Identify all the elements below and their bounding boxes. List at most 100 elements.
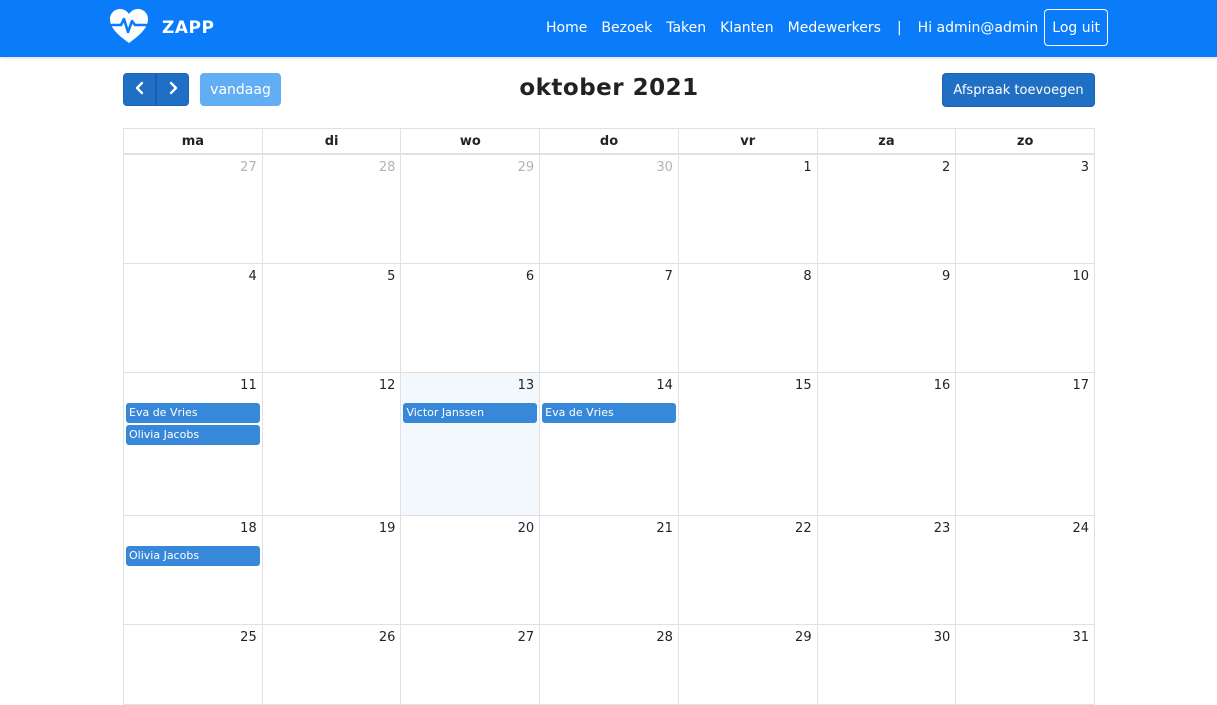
day-number[interactable]: 22 [795, 521, 812, 536]
day-number[interactable]: 27 [240, 160, 257, 175]
calendar-week-row: 11 Eva de Vries Olivia Jacobs 12 13 Victor Ja… [123, 373, 1096, 516]
day-number[interactable]: 5 [387, 269, 395, 284]
calendar-day-cell[interactable]: 24 [956, 516, 1096, 624]
day-number[interactable]: 2 [942, 160, 950, 175]
nav-medewerkers[interactable]: Medewerkers [788, 20, 881, 36]
top-navbar: ZAPP Home Bezoek Taken Klanten Medewerke… [0, 0, 1217, 57]
day-number[interactable]: 30 [934, 630, 951, 645]
calendar-day-cell[interactable]: 30 [818, 625, 957, 704]
calendar-day-cell[interactable]: 14 Eva de Vries [540, 373, 679, 515]
day-number[interactable]: 14 [656, 378, 673, 393]
calendar-day-cell[interactable]: 15 [679, 373, 818, 515]
calendar-day-cell[interactable]: 23 [818, 516, 957, 624]
calendar-day-cell[interactable]: 19 [263, 516, 402, 624]
add-appointment-button[interactable]: Afspraak toevoegen [942, 73, 1095, 107]
calendar-week-row: 27 28 29 30 1 2 3 [123, 155, 1096, 264]
calendar-day-cell[interactable]: 18 Olivia Jacobs [124, 516, 263, 624]
day-events: Victor Janssen [403, 403, 538, 425]
nav-home[interactable]: Home [546, 20, 587, 36]
day-number[interactable]: 3 [1081, 160, 1089, 175]
day-number[interactable]: 1 [803, 160, 811, 175]
calendar-day-cell[interactable]: 31 [956, 625, 1096, 704]
weekday-label: wo [401, 129, 541, 153]
day-number[interactable]: 23 [934, 521, 951, 536]
calendar-day-cell[interactable]: 6 [401, 264, 541, 372]
weekday-label: zo [956, 129, 1096, 153]
calendar-event[interactable]: Olivia Jacobs [126, 546, 260, 566]
calendar-day-cell[interactable]: 22 [679, 516, 818, 624]
logout-button[interactable]: Log uit [1044, 9, 1108, 46]
day-number[interactable]: 28 [379, 160, 396, 175]
day-number[interactable]: 15 [795, 378, 812, 393]
chevron-right-icon [167, 81, 179, 99]
day-number[interactable]: 6 [526, 269, 534, 284]
calendar-day-cell[interactable]: 29 [401, 155, 541, 263]
calendar-day-cell[interactable]: 7 [540, 264, 679, 372]
nav-klanten[interactable]: Klanten [720, 20, 774, 36]
calendar-day-cell[interactable]: 16 [818, 373, 957, 515]
calendar-event[interactable]: Victor Janssen [403, 403, 538, 423]
today-button[interactable]: vandaag [200, 73, 281, 106]
calendar-day-cell[interactable]: 29 [679, 625, 818, 704]
calendar-day-cell[interactable]: 28 [540, 625, 679, 704]
nav-separator: | [896, 19, 902, 36]
calendar-day-cell[interactable]: 8 [679, 264, 818, 372]
calendar-day-cell[interactable]: 20 [401, 516, 541, 624]
calendar-day-cell[interactable]: 1 [679, 155, 818, 263]
day-number[interactable]: 25 [240, 630, 257, 645]
day-number[interactable]: 31 [1072, 630, 1089, 645]
day-number[interactable]: 9 [942, 269, 950, 284]
calendar-day-cell[interactable]: 12 [263, 373, 402, 515]
day-number[interactable]: 27 [518, 630, 535, 645]
calendar-day-cell[interactable]: 11 Eva de Vries Olivia Jacobs [124, 373, 263, 515]
day-number[interactable]: 17 [1072, 378, 1089, 393]
day-number[interactable]: 28 [656, 630, 673, 645]
nav-bezoek[interactable]: Bezoek [601, 20, 652, 36]
user-greeting: Hi admin@admin [917, 19, 1039, 36]
calendar-day-cell[interactable]: 17 [956, 373, 1096, 515]
day-number[interactable]: 20 [518, 521, 535, 536]
day-number[interactable]: 21 [656, 521, 673, 536]
brand-link[interactable]: ZAPP [108, 9, 214, 47]
day-number[interactable]: 8 [803, 269, 811, 284]
next-month-button[interactable] [156, 73, 189, 106]
calendar-day-cell[interactable]: 21 [540, 516, 679, 624]
prev-month-button[interactable] [123, 73, 156, 106]
calendar-day-cell[interactable]: 30 [540, 155, 679, 263]
calendar-day-cell[interactable]: 10 [956, 264, 1096, 372]
calendar-day-cell-today[interactable]: 13 Victor Janssen [401, 373, 541, 515]
day-number[interactable]: 12 [379, 378, 396, 393]
day-number[interactable]: 13 [518, 378, 535, 393]
calendar-day-cell[interactable]: 27 [401, 625, 541, 704]
calendar-day-cell[interactable]: 4 [124, 264, 263, 372]
day-events: Eva de Vries Olivia Jacobs [126, 403, 260, 447]
calendar-day-cell[interactable]: 28 [263, 155, 402, 263]
calendar-event[interactable]: Eva de Vries [542, 403, 676, 423]
day-number[interactable]: 7 [665, 269, 673, 284]
day-number[interactable]: 16 [934, 378, 951, 393]
calendar-event[interactable]: Eva de Vries [126, 403, 260, 423]
calendar-event[interactable]: Olivia Jacobs [126, 425, 260, 445]
day-number[interactable]: 30 [656, 160, 673, 175]
day-number[interactable]: 24 [1072, 521, 1089, 536]
calendar-day-cell[interactable]: 27 [124, 155, 263, 263]
day-number[interactable]: 18 [240, 521, 257, 536]
day-number[interactable]: 29 [518, 160, 535, 175]
calendar-day-cell[interactable]: 2 [818, 155, 957, 263]
day-number[interactable]: 19 [379, 521, 396, 536]
day-number[interactable]: 29 [795, 630, 812, 645]
day-number[interactable]: 26 [379, 630, 396, 645]
calendar-day-cell[interactable]: 9 [818, 264, 957, 372]
day-number[interactable]: 4 [248, 269, 256, 284]
chevron-left-icon [134, 81, 146, 99]
calendar-week-row: 18 Olivia Jacobs 19 20 21 22 23 24 [123, 516, 1096, 625]
calendar-week-row: 25 26 27 28 29 30 31 [123, 625, 1096, 705]
calendar-day-cell[interactable]: 5 [263, 264, 402, 372]
day-number[interactable]: 10 [1072, 269, 1089, 284]
calendar-day-cell[interactable]: 25 [124, 625, 263, 704]
calendar-day-cell[interactable]: 26 [263, 625, 402, 704]
day-number[interactable]: 11 [240, 378, 257, 393]
nav-taken[interactable]: Taken [666, 20, 706, 36]
calendar-day-cell[interactable]: 3 [956, 155, 1096, 263]
day-events: Olivia Jacobs [126, 546, 260, 568]
